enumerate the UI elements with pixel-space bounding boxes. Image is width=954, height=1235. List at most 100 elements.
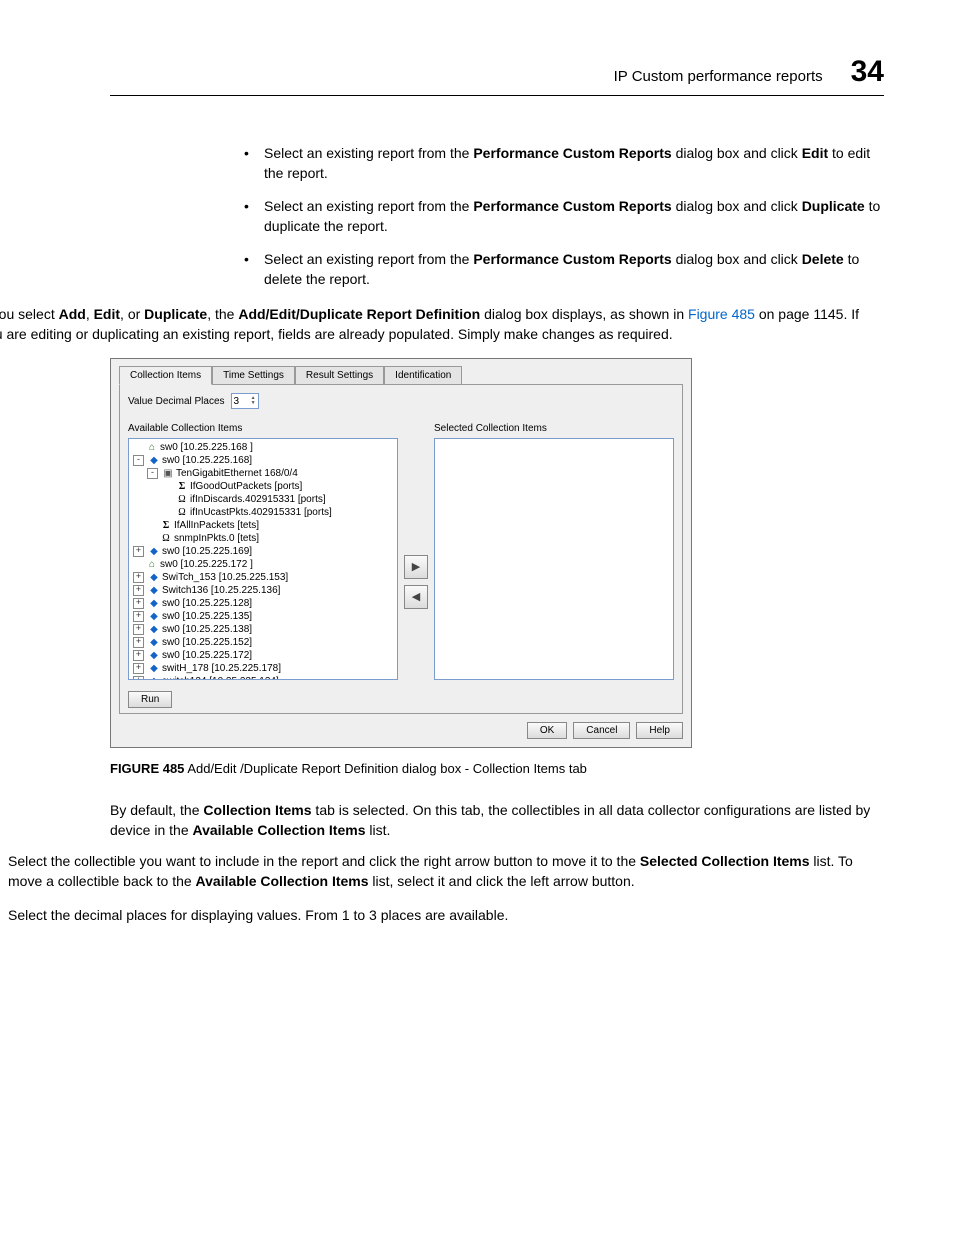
expand-icon[interactable]: + <box>133 650 144 661</box>
tree-item-label: TenGigabitEthernet 168/0/4 <box>176 467 298 480</box>
dialog-footer: OK Cancel Help <box>119 722 683 739</box>
tree-item-label: sw0 [10.25.225.128] <box>162 597 252 610</box>
bullet-item: Select an existing report from the Perfo… <box>240 144 884 183</box>
device-icon: ◆ <box>148 545 160 558</box>
paragraph-default-tab: By default, the Collection Items tab is … <box>110 800 884 841</box>
sigma-icon: Σ <box>160 519 172 532</box>
port-icon: ▣ <box>162 467 174 480</box>
tree-item-label: switH_178 [10.25.225.178] <box>162 662 281 675</box>
tab-time-settings[interactable]: Time Settings <box>212 366 295 385</box>
run-button[interactable]: Run <box>128 691 172 708</box>
header-title: IP Custom performance reports <box>614 68 823 85</box>
step-4: 4. Select the decimal places for display… <box>0 905 884 925</box>
tree-item[interactable]: ΩifInDiscards.402915331 [ports] <box>129 493 397 506</box>
sigma-icon: Σ <box>176 480 188 493</box>
spinner-buttons[interactable]: ▲▼ <box>251 396 256 406</box>
tree-item-label: sw0 [10.25.225.172] <box>162 649 252 662</box>
dialog-tabs: Collection ItemsTime SettingsResult Sett… <box>119 365 683 384</box>
dialog-screenshot: Collection ItemsTime SettingsResult Sett… <box>110 358 884 748</box>
tree-item[interactable]: +◆sw0 [10.25.225.172] <box>129 649 397 662</box>
paragraph-figure-ref: If you select Add, Edit, or Duplicate, t… <box>0 304 884 345</box>
bullet-item: Select an existing report from the Perfo… <box>240 250 884 289</box>
tree-item-label: switch134 [10.25.225.134] <box>162 675 279 680</box>
expand-icon[interactable]: + <box>133 663 144 674</box>
tree-item[interactable]: + ◆sw0 [10.25.225.135] <box>129 610 397 623</box>
available-column: Available Collection Items ⌂sw0 [10.25.2… <box>128 423 398 680</box>
tree-item[interactable]: +◆sw0 [10.25.225.169] <box>129 545 397 558</box>
step-3: 3. Select the collectible you want to in… <box>0 851 884 892</box>
tree-item[interactable]: ΣIfGoodOutPackets [ports] <box>129 480 397 493</box>
tree-item[interactable]: ΩifInUcastPkts.402915331 [ports] <box>129 506 397 519</box>
tree-item-label: ifInDiscards.402915331 [ports] <box>190 493 326 506</box>
transfer-buttons: ▶ ◀ <box>404 423 428 680</box>
tree-item[interactable]: + ◆sw0 [10.25.225.128] <box>129 597 397 610</box>
tree-item-label: sw0 [10.25.225.138] <box>162 623 252 636</box>
tab-identification[interactable]: Identification <box>384 366 462 385</box>
tree-item[interactable]: +◆sw0 [10.25.225.138] <box>129 623 397 636</box>
expand-icon[interactable]: + <box>133 572 144 583</box>
tab-result-settings[interactable]: Result Settings <box>295 366 384 385</box>
expand-icon[interactable]: - <box>147 468 158 479</box>
selected-column: Selected Collection Items <box>434 423 674 680</box>
tree-item-label: sw0 [10.25.225.152] <box>162 636 252 649</box>
expand-icon[interactable]: + <box>133 611 144 622</box>
tree-item[interactable]: + ◆SwiTch_153 [10.25.225.153] <box>129 571 397 584</box>
ok-button[interactable]: OK <box>527 722 567 739</box>
device-icon: ◆ <box>148 454 160 467</box>
value-decimal-spinner[interactable]: 3 ▲▼ <box>231 393 259 409</box>
device-icon: ◆ <box>148 571 160 584</box>
tree-item-label: IfAllInPackets [tets] <box>174 519 259 532</box>
expand-icon[interactable]: + <box>133 624 144 635</box>
device-icon: ◆ <box>148 597 160 610</box>
device-icon: ◆ <box>148 636 160 649</box>
selected-list[interactable] <box>434 438 674 680</box>
expand-icon[interactable]: + <box>133 585 144 596</box>
cancel-button[interactable]: Cancel <box>573 722 630 739</box>
expand-icon[interactable]: + <box>133 676 144 680</box>
expand-icon[interactable]: + <box>133 637 144 648</box>
chapter-number: 34 <box>851 55 884 89</box>
tree-item[interactable]: ΩsnmpInPkts.0 [tets] <box>129 532 397 545</box>
tree-item[interactable]: ⌂sw0 [10.25.225.168 ] <box>129 441 397 454</box>
device-icon: ◆ <box>148 610 160 623</box>
available-label: Available Collection Items <box>128 423 398 434</box>
bullet-list: Select an existing report from the Perfo… <box>240 144 884 290</box>
page-header: IP Custom performance reports 34 <box>110 55 884 96</box>
available-list[interactable]: ⌂sw0 [10.25.225.168 ]-◆sw0 [10.25.225.16… <box>128 438 398 680</box>
tree-item[interactable]: +◆Switch136 [10.25.225.136] <box>129 584 397 597</box>
tree-item[interactable]: ⌂sw0 [10.25.225.172 ] <box>129 558 397 571</box>
omega-icon: Ω <box>160 532 172 545</box>
tree-item[interactable]: + ◆switH_178 [10.25.225.178] <box>129 662 397 675</box>
page: IP Custom performance reports 34 Select … <box>0 0 954 1235</box>
tree-item[interactable]: -◆sw0 [10.25.225.168] <box>129 454 397 467</box>
expand-icon[interactable]: + <box>133 598 144 609</box>
help-button[interactable]: Help <box>636 722 683 739</box>
value-decimal-label: Value Decimal Places <box>128 396 225 407</box>
tree-item[interactable]: +◆switch134 [10.25.225.134] <box>129 675 397 680</box>
move-right-button[interactable]: ▶ <box>404 555 428 579</box>
figure-caption: FIGURE 485 Add/Edit /Duplicate Report De… <box>110 761 884 776</box>
value-decimal-value: 3 <box>234 396 240 407</box>
host-icon: ⌂ <box>146 441 158 454</box>
tree-item[interactable]: ΣIfAllInPackets [tets] <box>129 519 397 532</box>
move-left-button[interactable]: ◀ <box>404 585 428 609</box>
tree-item-label: sw0 [10.25.225.135] <box>162 610 252 623</box>
tree-item-label: Switch136 [10.25.225.136] <box>162 584 280 597</box>
selected-label: Selected Collection Items <box>434 423 674 434</box>
tree-item-label: sw0 [10.25.225.168 ] <box>160 441 253 454</box>
host-icon: ⌂ <box>146 558 158 571</box>
tree-item[interactable]: + ◆sw0 [10.25.225.152] <box>129 636 397 649</box>
tab-collection-items[interactable]: Collection Items <box>119 366 212 385</box>
tree-item-label: sw0 [10.25.225.172 ] <box>160 558 253 571</box>
expand-icon[interactable]: - <box>133 455 144 466</box>
expand-icon[interactable]: + <box>133 546 144 557</box>
dialog: Collection ItemsTime SettingsResult Sett… <box>110 358 692 748</box>
device-icon: ◆ <box>148 662 160 675</box>
value-decimal-row: Value Decimal Places 3 ▲▼ <box>128 393 674 409</box>
tree-item-label: SwiTch_153 [10.25.225.153] <box>162 571 288 584</box>
figure-link[interactable]: Figure 485 <box>688 306 755 322</box>
tree-item[interactable]: -▣TenGigabitEthernet 168/0/4 <box>129 467 397 480</box>
omega-icon: Ω <box>176 506 188 519</box>
tree-item-label: IfGoodOutPackets [ports] <box>190 480 302 493</box>
tree-item-label: snmpInPkts.0 [tets] <box>174 532 259 545</box>
